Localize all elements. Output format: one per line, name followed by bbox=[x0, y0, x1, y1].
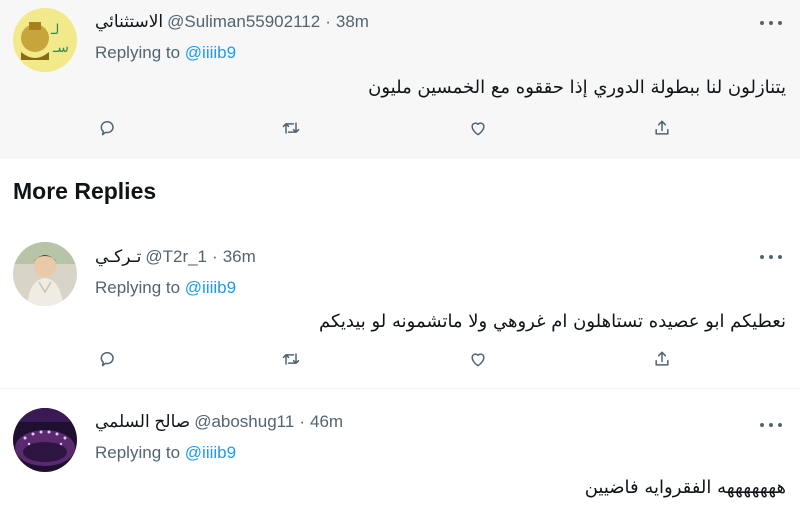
tweet-header: الاستثنائي @Suliman55902112 · 38m bbox=[95, 12, 369, 32]
display-name[interactable]: تـركـي bbox=[95, 247, 141, 267]
avatar[interactable] bbox=[13, 242, 77, 306]
avatar[interactable] bbox=[13, 408, 77, 472]
avatar-image bbox=[13, 242, 77, 306]
more-icon[interactable] bbox=[760, 254, 782, 260]
separator-dot: · bbox=[325, 12, 331, 31]
replying-to: Replying to @iiiib9 bbox=[95, 278, 236, 298]
tweet-header: صالح السلمي @aboshug11 · 46m bbox=[95, 412, 343, 432]
share-button[interactable] bbox=[650, 348, 674, 370]
display-name[interactable]: الاستثنائي bbox=[95, 12, 163, 32]
reply-icon bbox=[100, 352, 114, 367]
separator-dot: · bbox=[212, 247, 218, 266]
timestamp[interactable]: 36m bbox=[223, 247, 256, 267]
user-handle[interactable]: @T2r_1 bbox=[145, 247, 207, 267]
more-icon[interactable] bbox=[760, 422, 782, 428]
svg-text:لـ: لـ bbox=[50, 22, 59, 38]
retweet-button[interactable] bbox=[279, 348, 303, 370]
replying-label: Replying to bbox=[95, 278, 181, 297]
share-button[interactable] bbox=[650, 117, 674, 139]
share-icon bbox=[655, 351, 669, 366]
like-button[interactable] bbox=[466, 117, 490, 139]
tweet-suliman[interactable]: لـ سـ الاستثنائي @Suliman55902112 · 38m … bbox=[0, 0, 800, 158]
timestamp[interactable]: 38m bbox=[336, 12, 369, 32]
replying-to: Replying to @iiiib9 bbox=[95, 43, 236, 63]
tweet-text: هههههههه الفقروايه فاضيين bbox=[584, 477, 786, 498]
tweet-text: نعطيكم ابو عصيده تستاهلون ام غروهي ولا م… bbox=[318, 311, 786, 332]
more-icon[interactable] bbox=[760, 20, 782, 26]
tweet-actions bbox=[96, 117, 686, 139]
reply-button[interactable] bbox=[96, 117, 120, 139]
like-icon bbox=[471, 122, 485, 136]
tweet-t2r[interactable]: تـركـي @T2r_1 · 36m Replying to @iiiib9 … bbox=[0, 226, 800, 389]
reply-icon bbox=[100, 121, 114, 136]
user-handle[interactable]: @aboshug11 bbox=[194, 412, 294, 432]
retweet-button[interactable] bbox=[279, 117, 303, 139]
user-handle[interactable]: @Suliman55902112 bbox=[167, 12, 320, 32]
separator-dot: · bbox=[299, 412, 305, 431]
reply-button[interactable] bbox=[96, 348, 120, 370]
like-button[interactable] bbox=[466, 348, 490, 370]
timestamp[interactable]: 46m bbox=[310, 412, 343, 432]
mention-link[interactable]: @iiiib9 bbox=[185, 43, 236, 62]
display-name[interactable]: صالح السلمي bbox=[95, 412, 190, 432]
replying-label: Replying to bbox=[95, 443, 181, 462]
avatar-image: لـ سـ bbox=[13, 8, 77, 72]
replying-label: Replying to bbox=[95, 43, 181, 62]
retweet-icon bbox=[282, 353, 300, 365]
retweet-icon bbox=[282, 122, 300, 134]
tweet-aboshug[interactable]: صالح السلمي @aboshug11 · 46m Replying to… bbox=[0, 389, 800, 507]
mention-link[interactable]: @iiiib9 bbox=[185, 443, 236, 462]
share-icon bbox=[655, 120, 669, 135]
svg-text:سـ: سـ bbox=[52, 40, 69, 56]
avatar-image bbox=[13, 408, 77, 472]
more-replies-heading: More Replies bbox=[13, 178, 157, 204]
like-icon bbox=[471, 353, 485, 367]
tweet-actions bbox=[96, 348, 686, 370]
avatar[interactable]: لـ سـ bbox=[13, 8, 77, 72]
replying-to: Replying to @iiiib9 bbox=[95, 443, 236, 463]
mention-link[interactable]: @iiiib9 bbox=[185, 278, 236, 297]
tweet-text: يتنازلون لنا ببطولة الدوري إذا حققوه مع … bbox=[368, 77, 786, 98]
tweet-header: تـركـي @T2r_1 · 36m bbox=[95, 247, 256, 267]
